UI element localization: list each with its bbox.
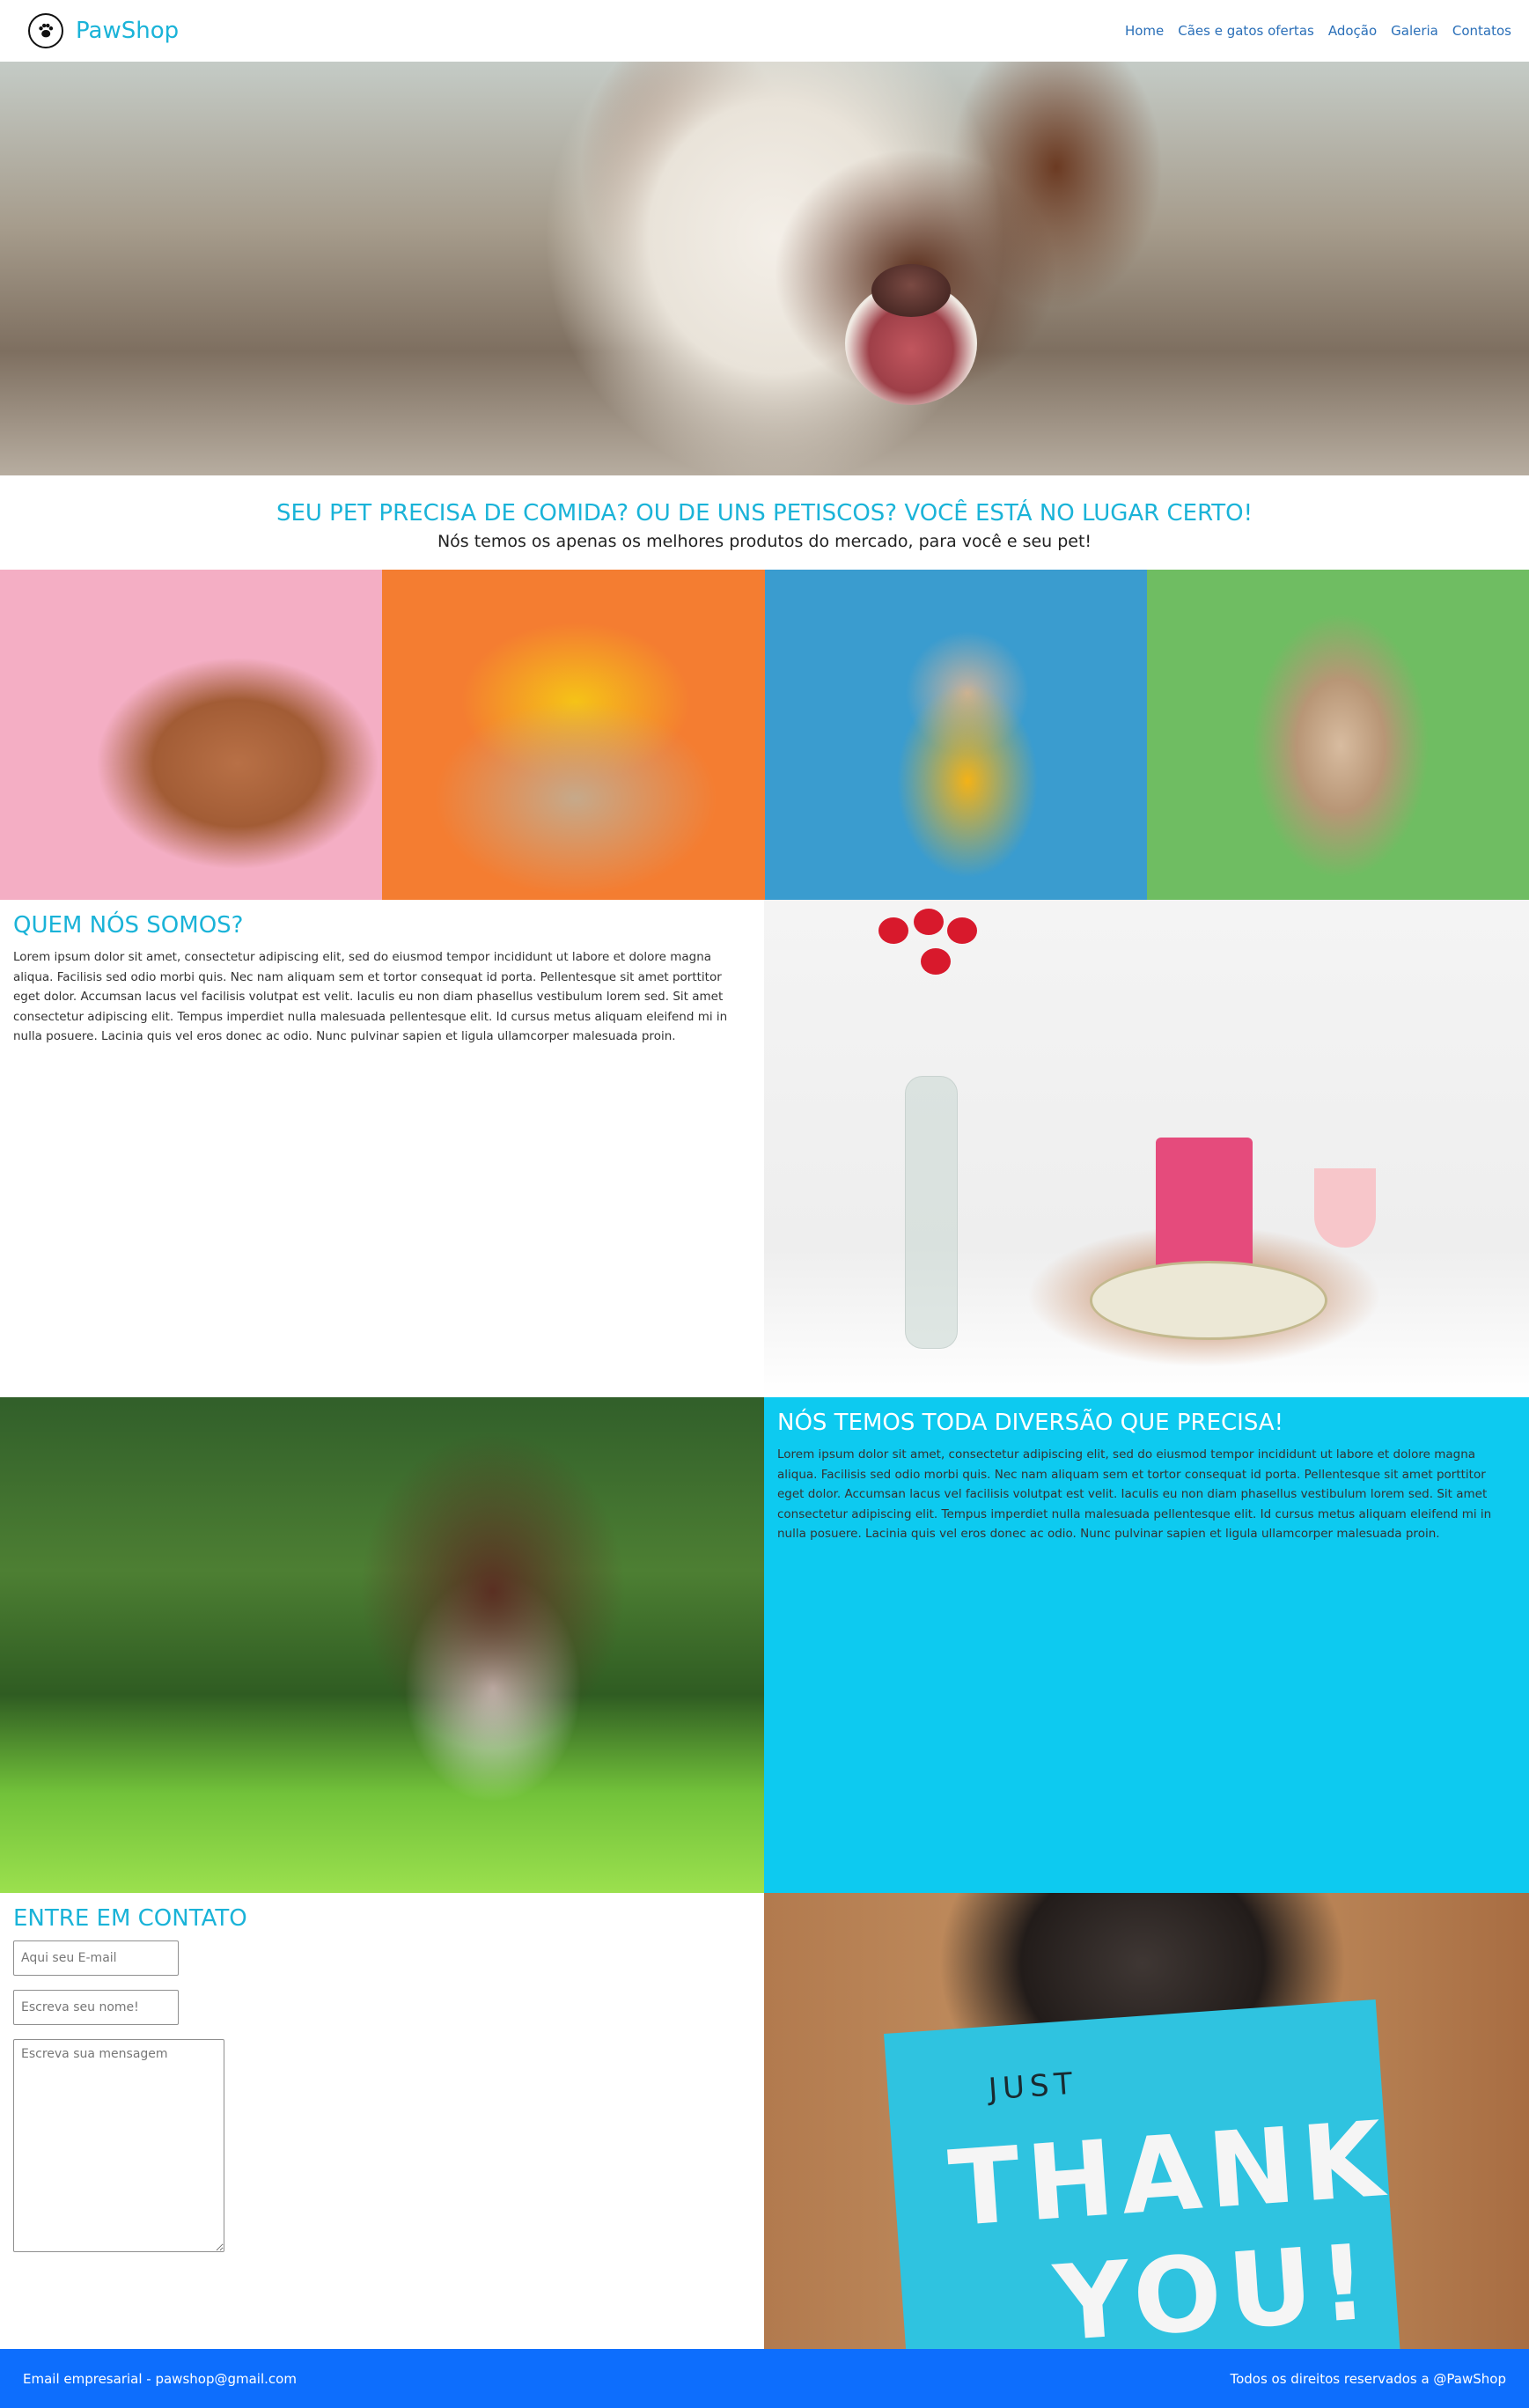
tagline-subtitle: Nós temos os apenas os melhores produtos… bbox=[437, 532, 1092, 551]
nav-link-gallery[interactable]: Galeria bbox=[1391, 23, 1438, 39]
fun-body: Lorem ipsum dolor sit amet, consectetur … bbox=[777, 1447, 1492, 1541]
gallery-image-small-dog bbox=[1146, 570, 1529, 900]
contact-image-thank-you: JUST THANK YOU! bbox=[764, 1893, 1529, 2349]
fun-image-dog-ball bbox=[0, 1397, 764, 1893]
gallery-image-dog-banana bbox=[0, 570, 383, 900]
rose bbox=[878, 917, 908, 944]
nav-link-offers[interactable]: Cães e gatos ofertas bbox=[1178, 23, 1314, 39]
food-bowl bbox=[1090, 1261, 1327, 1340]
rose bbox=[947, 917, 977, 944]
tagline: SEU PET PRECISA DE COMIDA? OU DE UNS PET… bbox=[0, 475, 1529, 570]
nav-link-home[interactable]: Home bbox=[1125, 23, 1164, 39]
gallery-image-bulldog-bowl bbox=[764, 570, 1147, 900]
hero-dog-nose bbox=[871, 264, 951, 317]
about-body: Lorem ipsum dolor sit amet, consectetur … bbox=[13, 950, 728, 1043]
nav-link-adoption[interactable]: Adoção bbox=[1328, 23, 1377, 39]
brand-name: PawShop bbox=[76, 18, 180, 44]
contact-section: ENTRE EM CONTATO bbox=[0, 1893, 764, 2349]
about-section: QUEM NÓS SOMOS? Lorem ipsum dolor sit am… bbox=[0, 900, 764, 1397]
hero-image bbox=[0, 62, 1529, 475]
footer-copyright: Todos os direitos reservados a @PawShop bbox=[1230, 2370, 1506, 2387]
fun-section: NÓS TEMOS TODA DIVERSÃO QUE PRECISA! Lor… bbox=[764, 1397, 1529, 1893]
fun-title: NÓS TEMOS TODA DIVERSÃO QUE PRECISA! bbox=[777, 1410, 1284, 1436]
card-text-top: JUST bbox=[987, 2066, 1079, 2108]
email-field[interactable] bbox=[13, 1940, 179, 1976]
food-bag bbox=[1156, 1138, 1253, 1270]
message-field[interactable] bbox=[13, 2039, 224, 2252]
paw-icon bbox=[28, 13, 63, 48]
wine-glass bbox=[1314, 1168, 1376, 1248]
footer-email: Email empresarial - pawshop@gmail.com bbox=[23, 2370, 297, 2387]
tagline-title: SEU PET PRECISA DE COMIDA? OU DE UNS PET… bbox=[276, 500, 1253, 527]
name-field[interactable] bbox=[13, 1990, 179, 2025]
contact-title: ENTRE EM CONTATO bbox=[13, 1905, 247, 1932]
brand[interactable]: PawShop bbox=[28, 13, 179, 48]
gallery bbox=[0, 570, 1529, 900]
rose bbox=[921, 948, 951, 975]
rose bbox=[914, 909, 944, 935]
vase bbox=[905, 1076, 958, 1349]
nav-links: Home Cães e gatos ofertas Adoção Galeria… bbox=[1125, 23, 1511, 39]
about-image-dog-food bbox=[764, 900, 1529, 1397]
about-title: QUEM NÓS SOMOS? bbox=[13, 912, 244, 939]
gallery-image-dog-pineapple bbox=[382, 570, 765, 900]
nav-link-contacts[interactable]: Contatos bbox=[1452, 23, 1511, 39]
navbar: PawShop Home Cães e gatos ofertas Adoção… bbox=[0, 0, 1529, 62]
card-text-line2: YOU! bbox=[1050, 2220, 1378, 2349]
footer: Email empresarial - pawshop@gmail.com To… bbox=[0, 2349, 1529, 2408]
